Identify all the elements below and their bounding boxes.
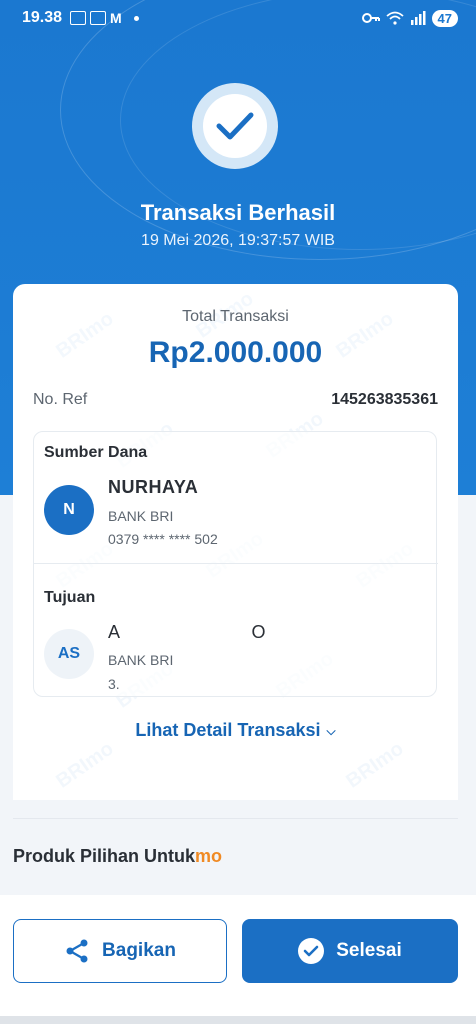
- divider: [34, 563, 438, 564]
- ref-number: 145263835361: [331, 391, 438, 408]
- check-circle-icon: [298, 938, 325, 964]
- source-account: 0379 **** **** 502: [108, 531, 218, 547]
- total-amount: Rp2.000.000: [148, 336, 323, 369]
- destination-title: Tujuan: [44, 589, 96, 606]
- parties-box: Sumber Dana N NURHAYA BANK BRI 0379 ****…: [33, 431, 438, 697]
- receipt-zigzag-edge: [13, 790, 458, 800]
- bri-mo-icon: [70, 11, 87, 25]
- ref-label: No. Ref: [33, 391, 88, 408]
- total-label: Total Transaksi: [182, 308, 289, 325]
- action-bar: Bagikan Selesai: [0, 895, 476, 1024]
- product-section-title: Produk Pilihan Untukmo: [13, 846, 222, 867]
- share-label: Bagikan: [102, 940, 176, 961]
- product-label: Produk Pilihan Untuk: [13, 846, 196, 866]
- gmail-icon: M: [110, 10, 122, 26]
- destination-avatar: AS: [44, 629, 94, 679]
- chevron-down-icon: ⌵: [326, 723, 336, 738]
- share-icon: [66, 939, 88, 963]
- source-avatar: N: [44, 485, 94, 535]
- source-name: NURHAYA: [108, 477, 199, 497]
- brimo-logo: mo: [195, 846, 223, 866]
- dot-icon: [133, 15, 139, 21]
- destination-account: 3.: [108, 676, 120, 692]
- system-navigation-bar: [0, 1016, 476, 1024]
- success-badge: [192, 83, 278, 169]
- signal-icon: [410, 11, 426, 25]
- destination-bank: BANK BRI: [108, 652, 174, 668]
- done-label: Selesai: [336, 940, 402, 961]
- success-title: Transaksi Berhasil: [140, 200, 336, 225]
- source-title: Sumber Dana: [44, 444, 148, 461]
- done-button[interactable]: Selesai: [242, 919, 458, 983]
- transaction-datetime: 19 Mei 2026, 19:37:57 WIB: [141, 232, 335, 249]
- view-detail-link[interactable]: Lihat Detail Transaksi ⌵: [13, 720, 458, 741]
- source-bank: BANK BRI: [108, 508, 174, 524]
- view-detail-label: Lihat Detail Transaksi: [135, 720, 321, 740]
- status-bar: 19.38 M 47: [0, 0, 476, 36]
- key-icon: [361, 13, 380, 23]
- share-button[interactable]: Bagikan: [13, 919, 227, 983]
- status-time: 19.38: [22, 9, 63, 26]
- receipt-card: BRImo BRImo BRImo BRImo BRImo BRImo BRIm…: [13, 284, 458, 800]
- bri-mo-icon: [90, 11, 107, 25]
- battery-indicator: 47: [431, 9, 458, 27]
- checkmark-icon: [216, 112, 254, 140]
- section-separator: [13, 818, 458, 819]
- wifi-icon: [385, 11, 404, 25]
- destination-name: A O: [108, 622, 267, 642]
